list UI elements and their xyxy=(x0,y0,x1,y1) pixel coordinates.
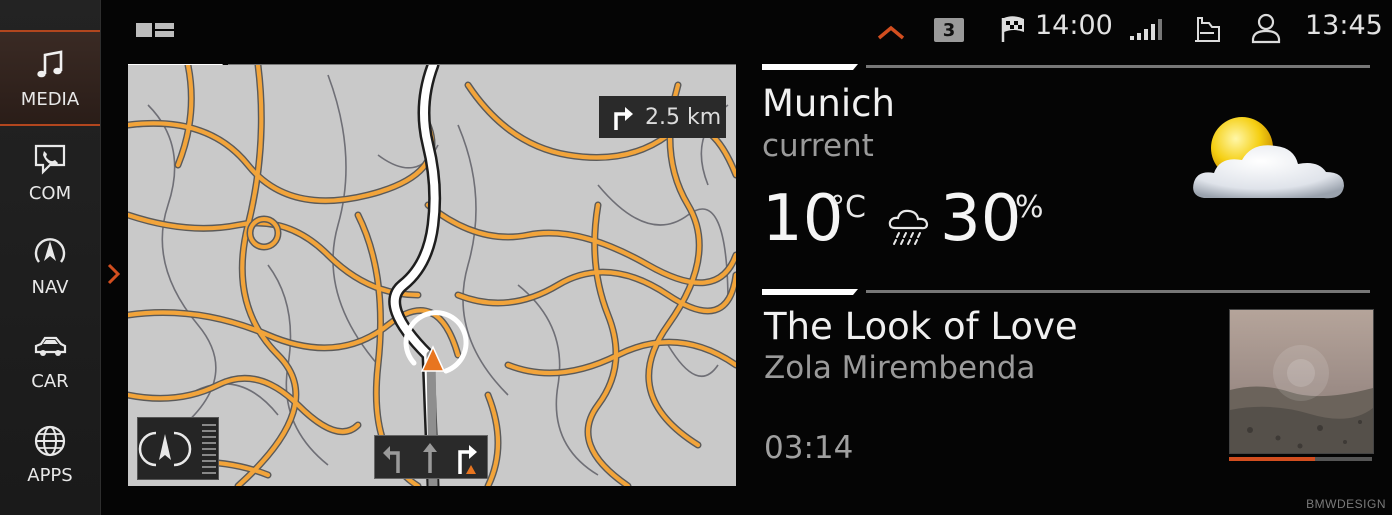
compass-icon xyxy=(138,431,192,466)
weather-widget-header xyxy=(762,64,1370,70)
temperature-unit: °C xyxy=(830,190,866,225)
watermark-text: BMWDESIGN xyxy=(1306,497,1386,511)
music-note-icon xyxy=(37,49,63,77)
split-screen-menu-icon[interactable] xyxy=(136,22,176,38)
weather-city[interactable]: Munich xyxy=(762,82,895,125)
album-cover[interactable] xyxy=(1229,309,1374,454)
sidebar: MEDIA COM NAV CAR APPS xyxy=(0,0,101,515)
status-bar: 3 14:00 13:45 xyxy=(100,0,1392,60)
profile-card-icon xyxy=(1195,17,1220,42)
signal-strength-icon xyxy=(1130,19,1162,40)
next-turn-distance: 2.5 km xyxy=(645,104,722,130)
track-elapsed-time: 03:14 xyxy=(764,430,854,466)
lane-guidance xyxy=(374,435,488,479)
zoom-scale-icon[interactable] xyxy=(200,421,218,476)
partly-cloudy-icon xyxy=(1193,117,1344,199)
lane-straight-icon xyxy=(423,443,437,473)
track-artist: Zola Mirembenda xyxy=(764,350,1036,386)
navigation-map[interactable]: 2.5 km xyxy=(128,65,736,486)
expand-sidebar-chevron-icon[interactable] xyxy=(106,262,122,286)
sidebar-item-nav[interactable]: NAV xyxy=(0,220,100,312)
navigation-icon xyxy=(34,237,66,263)
rain-cloud-icon xyxy=(888,209,929,245)
sidebar-label-apps: APPS xyxy=(27,464,73,486)
lane-left-icon xyxy=(383,446,400,473)
sidebar-item-media[interactable]: MEDIA xyxy=(0,30,100,126)
lane-right-active-icon xyxy=(458,445,477,474)
chevron-up-icon[interactable] xyxy=(876,24,906,40)
globe-icon xyxy=(34,425,66,456)
destination-flag-icon xyxy=(1001,16,1024,42)
arrival-time: 14:00 xyxy=(1035,10,1113,41)
precipitation-value: 30 xyxy=(940,182,1022,256)
weather-subtitle: current xyxy=(762,128,874,164)
notification-badge[interactable]: 3 xyxy=(934,18,964,42)
sidebar-label-car: CAR xyxy=(31,370,69,392)
track-title[interactable]: The Look of Love xyxy=(764,305,1078,348)
sidebar-label-media: MEDIA xyxy=(20,88,80,110)
track-progress-bar[interactable] xyxy=(1229,457,1372,461)
sidebar-item-apps[interactable]: APPS xyxy=(0,408,100,500)
phone-chat-icon xyxy=(34,144,66,175)
next-turn-indicator[interactable]: 2.5 km xyxy=(599,96,726,138)
sidebar-item-com[interactable]: COM xyxy=(0,126,100,218)
car-icon xyxy=(34,336,67,356)
compass-button[interactable] xyxy=(137,417,219,480)
precipitation-unit: % xyxy=(1015,190,1044,225)
turn-right-icon xyxy=(614,107,633,130)
sidebar-item-car[interactable]: CAR xyxy=(0,314,100,406)
user-profile-icon[interactable] xyxy=(1250,12,1282,44)
clock: 13:45 xyxy=(1305,10,1383,41)
track-progress-fill xyxy=(1229,457,1315,461)
sidebar-label-nav: NAV xyxy=(31,276,69,298)
media-widget-header xyxy=(762,289,1370,295)
album-art-image xyxy=(1230,310,1373,453)
sidebar-label-com: COM xyxy=(28,182,72,204)
